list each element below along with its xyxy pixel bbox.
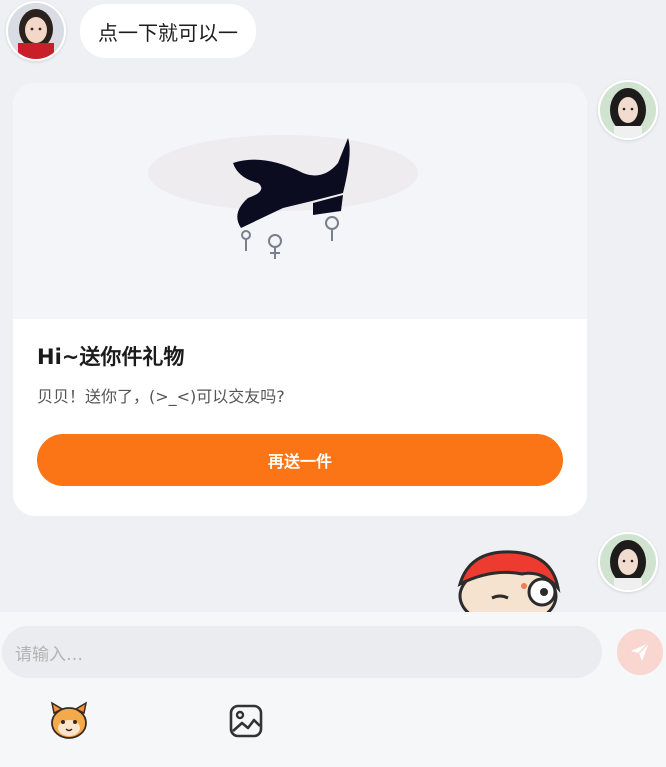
message-input[interactable]: 请输入… [2,626,602,678]
gift-card[interactable]: Hi~送你件礼物 贝贝！送你了，(>_<)可以交友吗? 再送一件 [13,83,587,516]
sticker-icon [50,701,88,739]
sticker-message[interactable] [452,548,568,612]
chat-area: 点一下就可以一 Hi~送你件礼物 贝贝！送你了，(>_<)可以交友吗? 再送一件 [0,0,666,612]
send-button[interactable] [617,629,663,675]
resend-gift-button[interactable]: 再送一件 [37,434,563,486]
sticker-button[interactable] [48,701,90,741]
gift-message: 贝贝！送你了，(>_<)可以交友吗? [37,387,285,406]
my-avatar[interactable] [598,532,658,592]
gift-image [13,83,587,319]
paper-plane-icon [631,642,650,661]
cartoon-sticker-icon [457,550,561,612]
incoming-message-text: 点一下就可以一 [98,20,238,45]
incoming-message-bubble[interactable]: 点一下就可以一 [80,4,256,58]
gift-title: Hi~送你件礼物 [37,345,185,369]
choker-icon [148,135,418,259]
my-avatar[interactable] [598,80,658,140]
composer: 请输入… [0,612,666,767]
image-picker-button[interactable] [228,703,264,739]
image-icon [229,704,263,738]
contact-avatar[interactable] [6,1,66,61]
message-input-placeholder: 请输入… [15,644,83,665]
